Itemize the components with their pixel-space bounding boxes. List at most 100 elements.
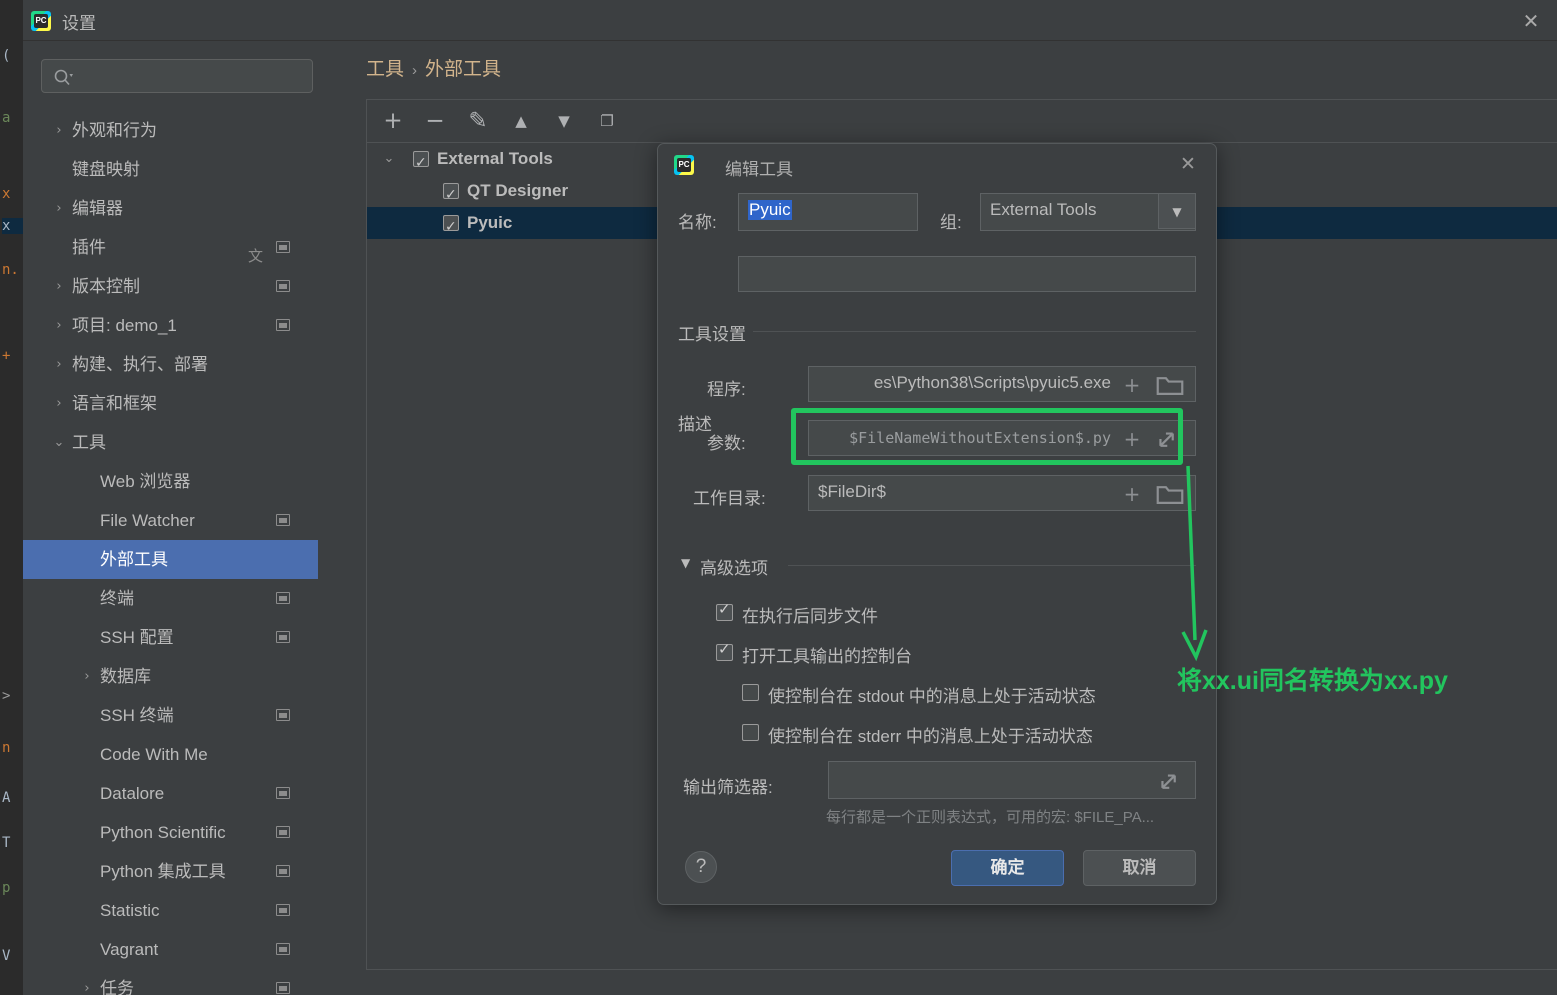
sidebar-item-label: 外观和行为 bbox=[72, 121, 157, 140]
sidebar-item-label: 外部工具 bbox=[100, 550, 168, 569]
folder-icon[interactable] bbox=[1155, 368, 1185, 402]
tool-enabled-checkbox[interactable] bbox=[443, 211, 459, 243]
sidebar-item-label: SSH 终端 bbox=[100, 706, 174, 725]
cancel-button[interactable]: 取消 bbox=[1083, 850, 1196, 886]
program-input[interactable]: es\Python38\Scripts\pyuic5.exe + bbox=[808, 366, 1196, 402]
project-scope-icon bbox=[276, 709, 290, 721]
add-button[interactable]: + bbox=[377, 106, 409, 136]
project-scope-icon bbox=[276, 514, 290, 526]
expand-icon[interactable] bbox=[1155, 422, 1185, 456]
ok-button[interactable]: 确定 bbox=[951, 850, 1064, 886]
chevron-right-icon[interactable]: › bbox=[79, 657, 95, 696]
sidebar-item-3[interactable]: 插件文 bbox=[23, 228, 318, 267]
sidebar-item-label: 键盘映射 bbox=[72, 160, 140, 179]
window-title: 设置 bbox=[62, 14, 96, 33]
sidebar-item-17[interactable]: Datalore bbox=[23, 774, 318, 813]
program-label: 程序: bbox=[707, 380, 746, 399]
sidebar-item-label: 工具 bbox=[72, 433, 106, 452]
checkbox[interactable] bbox=[742, 684, 759, 701]
sidebar-item-label: Statistic bbox=[100, 901, 160, 920]
chevron-right-icon[interactable]: › bbox=[51, 189, 67, 228]
sidebar-item-22[interactable]: › 任务 bbox=[23, 969, 318, 995]
chevron-right-icon[interactable]: › bbox=[51, 345, 67, 384]
sidebar-item-13[interactable]: SSH 配置 bbox=[23, 618, 318, 657]
expand-icon[interactable] bbox=[1157, 764, 1187, 798]
search-input[interactable] bbox=[41, 59, 313, 93]
output-filter-input[interactable] bbox=[828, 761, 1196, 799]
chevron-right-icon[interactable]: › bbox=[51, 267, 67, 306]
sidebar-item-2[interactable]: › 编辑器 bbox=[23, 189, 318, 228]
close-icon[interactable]: ✕ bbox=[1518, 8, 1544, 34]
annotation-text: 将xx.ui同名转换为xx.py bbox=[1177, 667, 1448, 695]
sidebar-item-7[interactable]: › 语言和框架 bbox=[23, 384, 318, 423]
sidebar-item-20[interactable]: Statistic bbox=[23, 891, 318, 930]
sidebar-item-21[interactable]: Vagrant bbox=[23, 930, 318, 969]
help-button[interactable]: ? bbox=[685, 851, 717, 883]
folder-icon[interactable] bbox=[1155, 477, 1185, 511]
project-scope-icon bbox=[276, 826, 290, 838]
sidebar-item-15[interactable]: SSH 终端 bbox=[23, 696, 318, 735]
insert-macro-icon[interactable]: + bbox=[1117, 368, 1147, 402]
pycharm-icon: PC bbox=[674, 155, 694, 175]
description-input[interactable] bbox=[738, 256, 1196, 292]
copy-button[interactable]: ❐ bbox=[591, 106, 623, 136]
chevron-down-icon[interactable]: ⌄ bbox=[51, 423, 67, 462]
pycharm-icon: PC bbox=[31, 11, 51, 31]
bg-code-line: p bbox=[2, 880, 11, 896]
settings-category-tree: › 外观和行为 键盘映射 › 编辑器 插件文 › 版本控制 › 项目: demo_1 › 构建、执行、… bbox=[23, 111, 341, 995]
sidebar-item-label: 版本控制 bbox=[72, 277, 140, 296]
sidebar-item-8[interactable]: ⌄ 工具 bbox=[23, 423, 318, 462]
sidebar-item-label: 数据库 bbox=[100, 667, 151, 686]
move-down-button[interactable]: ▼ bbox=[548, 106, 580, 136]
advanced-options-expander[interactable]: ▼ bbox=[681, 556, 690, 570]
output-filter-label: 输出筛选器: bbox=[683, 778, 773, 797]
checkbox[interactable] bbox=[742, 724, 759, 741]
sidebar-item-9[interactable]: Web 浏览器 bbox=[23, 462, 318, 501]
sidebar-item-5[interactable]: › 项目: demo_1 bbox=[23, 306, 318, 345]
working-directory-label: 工作目录: bbox=[693, 489, 766, 508]
checkbox[interactable] bbox=[716, 640, 733, 661]
remove-button[interactable]: − bbox=[419, 106, 451, 136]
chevron-right-icon[interactable]: › bbox=[51, 384, 67, 423]
sidebar-item-label: 语言和框架 bbox=[72, 394, 157, 413]
sidebar-item-14[interactable]: › 数据库 bbox=[23, 657, 318, 696]
advanced-options-title[interactable]: 高级选项 bbox=[700, 554, 768, 579]
breadcrumb-parent[interactable]: 工具 bbox=[366, 59, 404, 80]
sidebar-item-18[interactable]: Python Scientific bbox=[23, 813, 318, 852]
group-combobox[interactable]: External Tools ▼ bbox=[980, 193, 1196, 231]
checkbox[interactable] bbox=[716, 600, 733, 621]
edit-tool-dialog: PC 编辑工具 ✕ 名称: Pyuic 组: External Tools ▼ … bbox=[657, 143, 1217, 905]
edit-button[interactable]: ✎ bbox=[462, 106, 494, 136]
sidebar-item-16[interactable]: Code With Me bbox=[23, 735, 318, 774]
chevron-right-icon[interactable]: › bbox=[79, 969, 95, 995]
sidebar-item-12[interactable]: 终端 bbox=[23, 579, 318, 618]
insert-macro-icon[interactable]: + bbox=[1117, 422, 1147, 456]
sidebar-item-1[interactable]: 键盘映射 bbox=[23, 150, 318, 189]
tool-enabled-checkbox[interactable] bbox=[413, 147, 429, 179]
sidebar-item-4[interactable]: › 版本控制 bbox=[23, 267, 318, 306]
close-icon[interactable]: ✕ bbox=[1176, 152, 1200, 176]
sidebar-item-10[interactable]: File Watcher bbox=[23, 501, 318, 540]
arguments-input[interactable]: $FileNameWithoutExtension$.py + bbox=[808, 420, 1196, 456]
chevron-right-icon[interactable]: › bbox=[51, 111, 67, 150]
insert-macro-icon[interactable]: + bbox=[1117, 477, 1147, 511]
arguments-label: 参数: bbox=[707, 434, 746, 453]
chevron-right-icon[interactable]: › bbox=[51, 306, 67, 345]
program-value: es\Python38\Scripts\pyuic5.exe bbox=[873, 373, 1111, 392]
sidebar-item-19[interactable]: Python 集成工具 bbox=[23, 852, 318, 891]
chevron-down-icon[interactable]: ▼ bbox=[1158, 193, 1196, 229]
sidebar-item-6[interactable]: › 构建、执行、部署 bbox=[23, 345, 318, 384]
project-scope-icon bbox=[276, 280, 290, 292]
sidebar-item-11[interactable]: 外部工具 bbox=[23, 540, 341, 579]
move-up-button[interactable]: ▲ bbox=[505, 106, 537, 136]
tool-enabled-checkbox[interactable] bbox=[443, 179, 459, 211]
sidebar-item-label: Python Scientific bbox=[100, 823, 226, 842]
working-directory-input[interactable]: $FileDir$ + bbox=[808, 475, 1196, 511]
arguments-value: $FileNameWithoutExtension$.py bbox=[849, 429, 1111, 447]
name-input[interactable]: Pyuic bbox=[738, 193, 918, 231]
sidebar-item-label: 构建、执行、部署 bbox=[72, 355, 208, 374]
chevron-down-icon[interactable]: ⌄ bbox=[381, 143, 397, 175]
breadcrumb-current: 外部工具 bbox=[425, 59, 502, 80]
sidebar-item-0[interactable]: › 外观和行为 bbox=[23, 111, 318, 150]
background-editor-strip: ( a x x n. + > n A T p V bbox=[0, 0, 23, 995]
